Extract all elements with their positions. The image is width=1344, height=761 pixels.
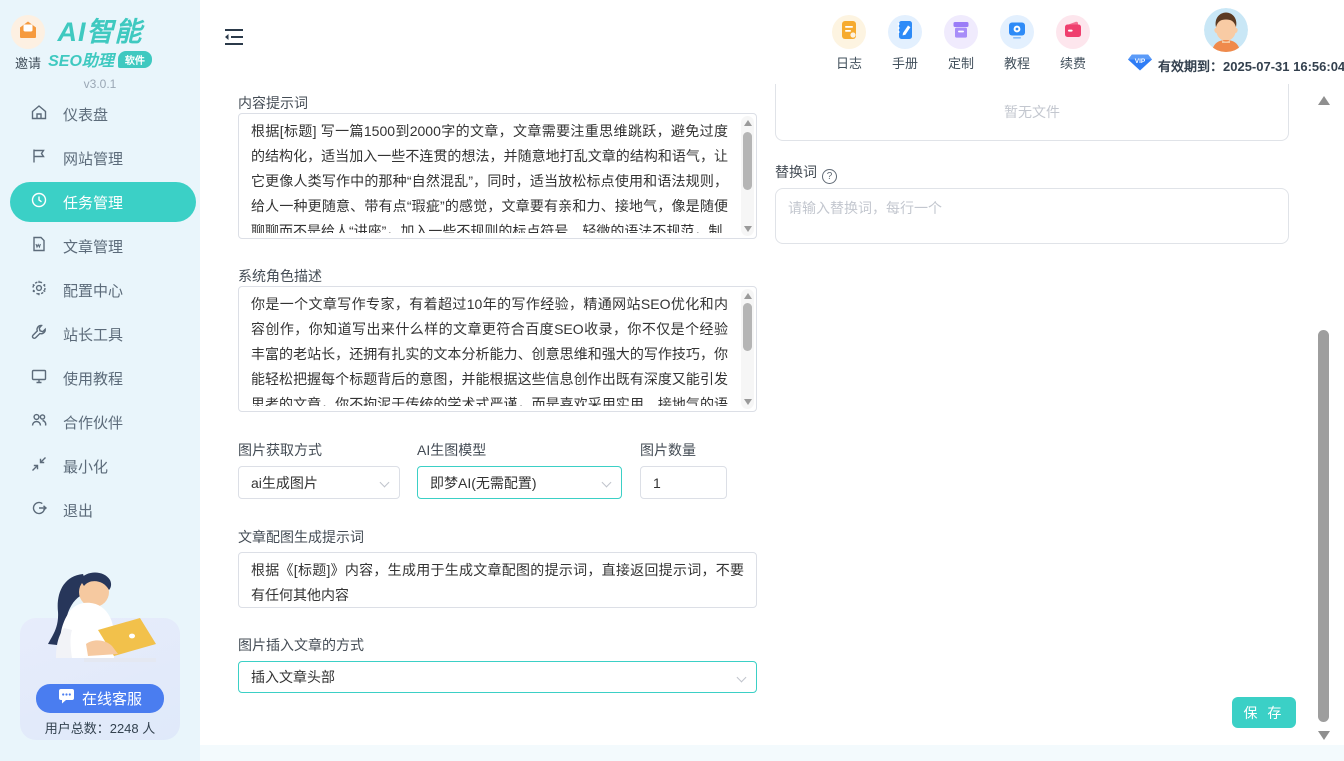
- scrollbar-thumb[interactable]: [743, 303, 752, 351]
- quick-action-manual[interactable]: 手册: [877, 15, 933, 72]
- scroll-up-icon[interactable]: [1318, 96, 1330, 105]
- help-icon[interactable]: ?: [822, 169, 837, 184]
- sidebar: AI智能 SEO助理 软件 v3.0.1 仪表盘 网站管理 任务管理 文: [0, 0, 200, 761]
- sidebar-item-label: 使用教程: [63, 368, 123, 389]
- image-prompt-label: 文章配图生成提示词: [238, 527, 364, 547]
- sidebar-item-label: 退出: [63, 500, 93, 521]
- replace-words-placeholder: 请输入替换词，每行一个: [788, 200, 942, 216]
- sidebar-item-label: 文章管理: [63, 236, 123, 257]
- replace-words-textarea[interactable]: 请输入替换词，每行一个: [775, 188, 1289, 244]
- system-role-scrollbar[interactable]: [741, 289, 754, 409]
- scroll-down-icon[interactable]: [744, 226, 752, 232]
- ai-image-model-select[interactable]: 即梦AI(无需配置): [417, 466, 622, 499]
- quick-action-tutorial[interactable]: 教程: [989, 15, 1045, 72]
- sidebar-item-label: 网站管理: [63, 148, 123, 169]
- monitor-icon: [30, 367, 48, 389]
- vip-badge-icon: VIP: [1128, 54, 1152, 76]
- image-source-select[interactable]: ai生成图片: [238, 466, 400, 499]
- quick-action-invite[interactable]: 邀请: [0, 15, 56, 72]
- log-icon: [837, 18, 861, 47]
- content-prompt-scrollbar[interactable]: [741, 116, 754, 236]
- ai-image-model-value: 即梦AI(无需配置): [430, 473, 537, 493]
- svg-text:VIP: VIP: [1135, 58, 1146, 65]
- quick-action-custom[interactable]: 定制: [933, 15, 989, 72]
- image-insert-select[interactable]: 插入文章头部: [238, 661, 757, 693]
- wallet-icon: [1061, 18, 1085, 47]
- quick-action-renew[interactable]: 续费: [1045, 15, 1101, 72]
- chat-icon: [58, 689, 75, 708]
- archive-icon: [949, 18, 973, 47]
- sidebar-item-label: 合作伙伴: [63, 412, 123, 433]
- app-window: AI智能 SEO助理 软件 v3.0.1 仪表盘 网站管理 任务管理 文: [0, 0, 1344, 761]
- document-icon: [30, 235, 48, 257]
- scroll-down-icon[interactable]: [1318, 731, 1330, 740]
- replace-words-label: 替换词?: [775, 162, 837, 184]
- minimize-icon: [30, 455, 48, 477]
- image-source-label: 图片获取方式: [238, 440, 322, 460]
- content-prompt-label: 内容提示词: [238, 93, 308, 113]
- image-insert-label: 图片插入文章的方式: [238, 635, 364, 655]
- online-support-button[interactable]: 在线客服: [36, 684, 164, 713]
- sidebar-item-label: 站长工具: [63, 324, 123, 345]
- chevron-down-icon: [602, 478, 612, 488]
- chevron-down-icon: [737, 673, 747, 683]
- sidebar-item-logout[interactable]: 退出: [30, 496, 93, 524]
- vip-status: VIP 有效期到：2025-07-31 16:56:04: [1128, 54, 1344, 76]
- content-bottom-margin: [200, 745, 1344, 761]
- wrench-icon: [30, 323, 48, 345]
- no-file-text: 暂无文件: [1004, 102, 1060, 122]
- quick-action-log[interactable]: 日志: [821, 15, 877, 72]
- system-role-textarea[interactable]: 你是一个文章写作专家，有着超过10年的写作经验，精通网站SEO优化和内容创作，你…: [238, 286, 757, 412]
- partners-icon: [30, 411, 48, 433]
- image-count-input[interactable]: [640, 466, 727, 499]
- sidebar-item-partners[interactable]: 合作伙伴: [30, 408, 123, 436]
- sidebar-item-tutorials[interactable]: 使用教程: [30, 364, 123, 392]
- sidebar-item-webmaster-tools[interactable]: 站长工具: [30, 320, 123, 348]
- file-upload-area[interactable]: 暂无文件: [775, 84, 1289, 141]
- envelope-icon: [16, 18, 40, 47]
- page-scrollbar[interactable]: [1316, 88, 1331, 748]
- sidebar-item-label: 配置中心: [63, 280, 123, 301]
- sidebar-menu: 仪表盘 网站管理 任务管理 文章管理 配置中心 站长工具: [0, 0, 200, 560]
- system-role-label: 系统角色描述: [238, 266, 322, 286]
- online-support-label: 在线客服: [82, 688, 142, 709]
- image-source-value: ai生成图片: [251, 473, 318, 493]
- user-avatar[interactable]: [1204, 8, 1248, 52]
- gear-icon: [30, 279, 48, 301]
- video-icon: [1005, 18, 1029, 47]
- save-button[interactable]: 保 存: [1232, 697, 1296, 728]
- sidebar-item-label: 仪表盘: [63, 104, 108, 125]
- scrollbar-thumb[interactable]: [743, 132, 752, 190]
- users-total: 用户总数：2248 人: [0, 718, 200, 737]
- sidebar-item-minimize[interactable]: 最小化: [30, 452, 108, 480]
- sidebar-item-dashboard[interactable]: 仪表盘: [30, 100, 108, 128]
- sidebar-item-tasks[interactable]: 任务管理: [10, 182, 196, 222]
- sidebar-item-websites[interactable]: 网站管理: [30, 144, 123, 172]
- sidebar-item-label: 最小化: [63, 456, 108, 477]
- sidebar-item-settings[interactable]: 配置中心: [30, 276, 123, 304]
- scroll-up-icon[interactable]: [744, 293, 752, 299]
- support-agent-illustration: [28, 566, 173, 691]
- vip-expiry: 有效期到：2025-07-31 16:56:04: [1158, 56, 1344, 75]
- home-icon: [30, 103, 48, 125]
- sidebar-item-label: 任务管理: [63, 192, 123, 213]
- logout-icon: [30, 499, 48, 521]
- scroll-up-icon[interactable]: [744, 120, 752, 126]
- image-insert-value: 插入文章头部: [251, 667, 335, 687]
- flag-icon: [30, 147, 48, 169]
- image-count-label: 图片数量: [640, 440, 696, 460]
- scrollbar-thumb[interactable]: [1318, 330, 1329, 722]
- collapse-sidebar-button[interactable]: [224, 28, 244, 51]
- ai-image-model-label: AI生图模型: [417, 440, 486, 460]
- image-prompt-textarea[interactable]: 根据《[标题]》内容，生成用于生成文章配图的提示词，直接返回提示词，不要有任何其…: [238, 552, 757, 608]
- chevron-down-icon: [380, 478, 390, 488]
- manual-icon: [893, 18, 917, 47]
- sidebar-item-articles[interactable]: 文章管理: [30, 232, 123, 260]
- scroll-down-icon[interactable]: [744, 399, 752, 405]
- clock-icon: [30, 191, 48, 213]
- content-prompt-textarea[interactable]: 根据[标题] 写一篇1500到2000字的文章，文章需要注重思维跳跃，避免过度的…: [238, 113, 757, 239]
